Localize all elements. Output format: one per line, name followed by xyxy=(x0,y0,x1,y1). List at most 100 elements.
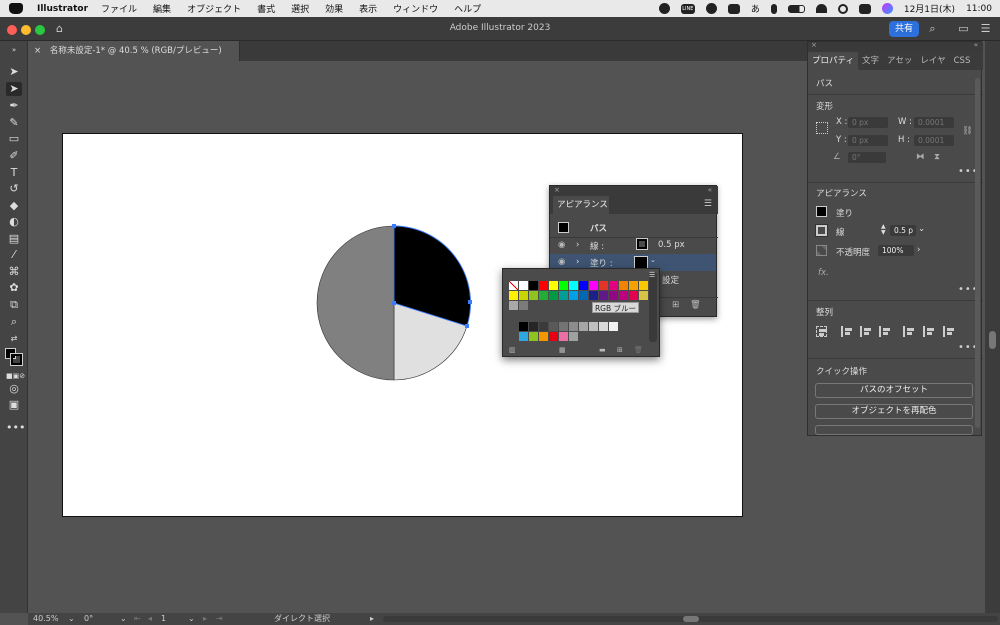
appearance-stroke-value[interactable]: 0.5 px xyxy=(658,240,685,250)
panel-menu-icon[interactable]: ☰ xyxy=(704,199,712,209)
color-group-swatch[interactable] xyxy=(569,332,578,341)
color-swatch[interactable] xyxy=(619,281,628,290)
anchor-point[interactable] xyxy=(392,224,396,228)
direct-selection-tool-icon[interactable]: ➤ xyxy=(6,82,22,96)
color-swatch[interactable] xyxy=(589,291,598,300)
constrain-proportions-icon[interactable]: ⛓ xyxy=(962,126,973,136)
delete-item-icon[interactable]: 🗑 xyxy=(690,300,701,310)
color-swatch[interactable] xyxy=(579,281,588,290)
anchor-point[interactable] xyxy=(468,300,472,304)
align-right-icon[interactable] xyxy=(879,326,890,337)
gray-swatch[interactable] xyxy=(599,322,608,331)
color-swatch[interactable] xyxy=(549,291,558,300)
color-swatch[interactable] xyxy=(639,291,648,300)
visibility-eye-icon[interactable]: ◉ xyxy=(558,257,565,267)
effects-fx-icon[interactable]: fx. xyxy=(818,268,829,278)
draw-mode-icon[interactable]: ◎ xyxy=(6,382,22,396)
tab-layers[interactable]: レイヤ xyxy=(916,52,949,70)
color-swatch[interactable] xyxy=(609,291,618,300)
gray-swatch[interactable] xyxy=(529,322,538,331)
color-swatch[interactable] xyxy=(539,291,548,300)
color-group-swatch[interactable] xyxy=(559,332,568,341)
zoom-level[interactable]: 40.5% xyxy=(33,613,58,625)
partially-hidden-button[interactable] xyxy=(815,425,973,435)
swatch-libraries-menu-icon[interactable]: ▥ xyxy=(509,346,516,354)
stroke-label[interactable]: 線 xyxy=(836,226,845,238)
artboard-dropdown-icon[interactable]: ⌄ xyxy=(188,613,195,625)
tab-properties[interactable]: プロパティ xyxy=(808,52,858,70)
gray-swatch[interactable] xyxy=(539,322,548,331)
opacity-field[interactable]: 100% xyxy=(878,245,914,256)
eyedropper-tool-icon[interactable]: ⁄ xyxy=(6,248,22,262)
play-icon[interactable] xyxy=(705,3,717,14)
vertical-scroll-thumb[interactable] xyxy=(989,331,996,349)
color-swatch[interactable] xyxy=(629,281,638,290)
collapse-panel-icon[interactable]: « xyxy=(974,41,978,49)
h-field[interactable]: 0.0001 xyxy=(914,135,954,146)
color-swatch[interactable] xyxy=(549,281,558,290)
shape-builder-tool-icon[interactable]: ◐ xyxy=(6,215,22,229)
menu-file[interactable]: ファイル xyxy=(101,2,137,15)
align-top-icon[interactable] xyxy=(903,326,914,337)
gray-swatch[interactable] xyxy=(559,322,568,331)
align-center-vertical-icon[interactable] xyxy=(923,326,934,337)
rotation-dropdown-icon[interactable]: ⌄ xyxy=(120,613,127,625)
collapse-toolbar-icon[interactable]: » xyxy=(6,43,22,57)
gray-swatch[interactable] xyxy=(609,322,618,331)
stroke-weight-field[interactable]: 0.5 p xyxy=(890,225,916,236)
stroke-color-box[interactable] xyxy=(10,353,23,366)
color-swatch[interactable] xyxy=(569,291,578,300)
menu-help[interactable]: ヘルプ xyxy=(454,2,481,15)
gray-swatch[interactable] xyxy=(589,322,598,331)
color-swatch[interactable] xyxy=(509,301,518,310)
expand-fill-chevron-icon[interactable]: › xyxy=(576,257,579,267)
curvature-tool-icon[interactable]: ✎ xyxy=(6,116,22,130)
gray-swatch[interactable] xyxy=(519,322,528,331)
rotation-value[interactable]: 0° xyxy=(84,613,93,625)
wifi-icon[interactable] xyxy=(815,4,827,13)
screen-mode-icon[interactable]: ▣ xyxy=(6,398,22,412)
new-color-group-icon[interactable]: ▬ xyxy=(599,346,606,354)
panel-scrollbar[interactable] xyxy=(975,78,980,428)
visibility-eye-icon[interactable]: ◉ xyxy=(558,240,565,250)
expand-stroke-chevron-icon[interactable]: › xyxy=(576,240,579,250)
panel-grip-bar[interactable] xyxy=(550,186,718,195)
pie-artwork[interactable] xyxy=(312,222,477,384)
fill-dropdown-chevron-icon[interactable]: ⌄ xyxy=(650,256,656,264)
gray-swatch[interactable] xyxy=(569,322,578,331)
menu-type[interactable]: 書式 xyxy=(257,2,275,15)
artboard-number[interactable]: 1 xyxy=(161,613,166,625)
edit-toolbar-more-icon[interactable]: ••• xyxy=(6,421,25,435)
color-swatch[interactable] xyxy=(529,281,538,290)
share-button[interactable]: 共有 xyxy=(889,21,919,37)
stroke-swatch[interactable] xyxy=(815,224,828,237)
color-swatch[interactable] xyxy=(639,281,648,290)
battery-icon[interactable] xyxy=(787,4,805,13)
color-swatch[interactable] xyxy=(569,281,578,290)
next-artboard-icon[interactable]: ▸ xyxy=(203,613,207,625)
color-swatch[interactable] xyxy=(519,281,528,290)
delete-swatch-icon[interactable]: 🗑 xyxy=(634,346,643,354)
close-panel-icon[interactable]: × xyxy=(811,41,817,49)
menu-edit[interactable]: 編集 xyxy=(153,2,171,15)
color-swatch[interactable] xyxy=(599,281,608,290)
color-swatch[interactable] xyxy=(599,291,608,300)
spotlight-search-icon[interactable] xyxy=(837,3,848,14)
pie-slice-gray[interactable] xyxy=(316,225,395,381)
color-swatch[interactable] xyxy=(559,291,568,300)
appearance-tab[interactable]: アピアランス xyxy=(553,196,609,214)
color-swatch[interactable] xyxy=(589,281,598,290)
menubar-time[interactable]: 11:00 xyxy=(966,4,992,14)
menu-object[interactable]: オブジェクト xyxy=(187,2,241,15)
pen-tool-icon[interactable]: ✒ xyxy=(6,99,22,113)
swap-fill-stroke-icon[interactable]: ⇄ xyxy=(6,332,22,346)
arrange-documents-icon[interactable]: ▭ xyxy=(957,22,970,35)
color-swatch[interactable] xyxy=(609,281,618,290)
show-swatch-kinds-icon[interactable]: ▦ xyxy=(559,346,566,354)
color-mode-icons[interactable]: ■▣⊘ xyxy=(6,369,25,383)
appearance-opacity-text[interactable]: 設定 xyxy=(662,274,679,286)
gray-swatch[interactable] xyxy=(579,322,588,331)
recolor-artwork-button[interactable]: オブジェクトを再配色 xyxy=(815,404,973,419)
color-swatch[interactable] xyxy=(619,291,628,300)
align-bottom-icon[interactable] xyxy=(943,326,954,337)
